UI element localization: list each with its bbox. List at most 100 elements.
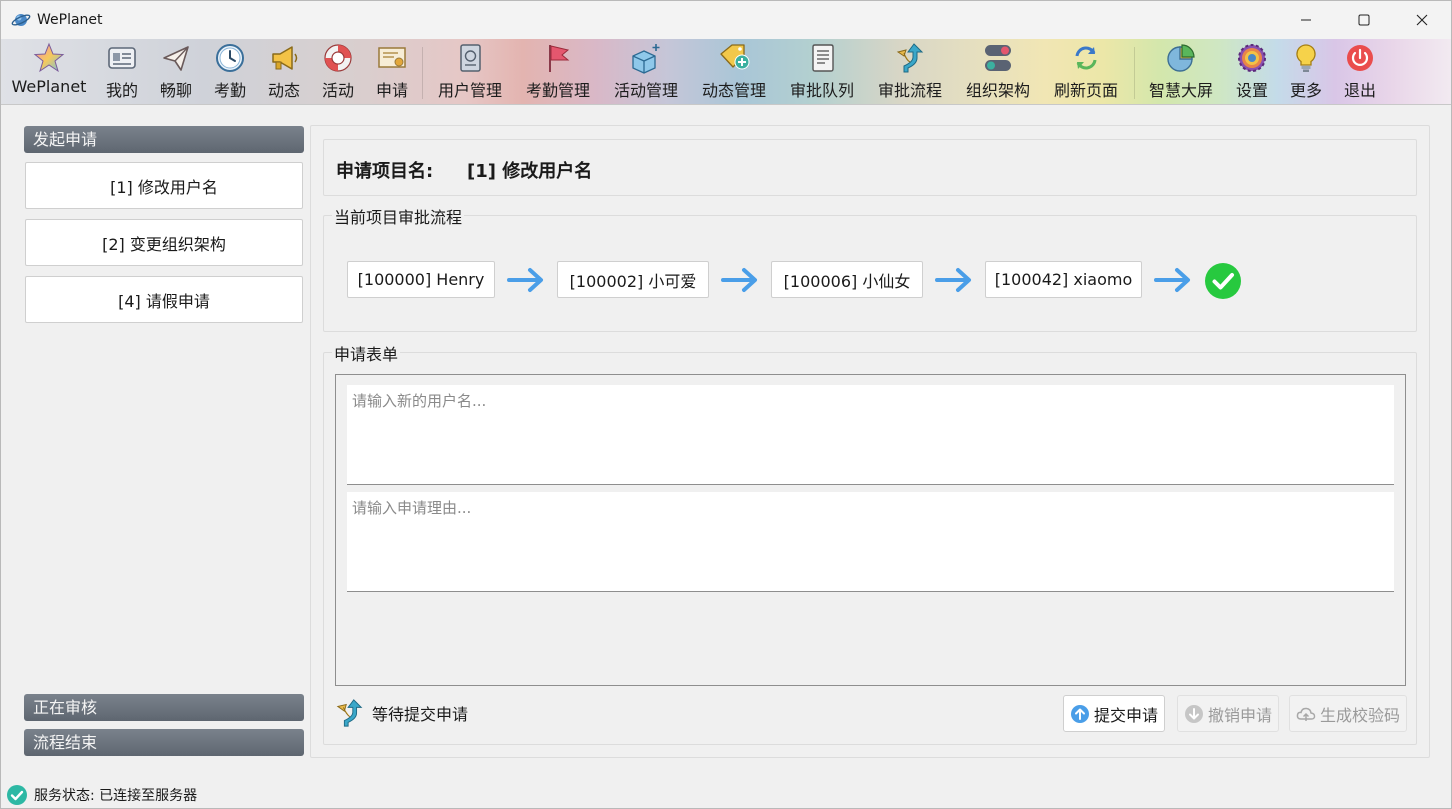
reason-input[interactable] xyxy=(347,492,1394,592)
minimize-button[interactable] xyxy=(1277,1,1335,39)
toolbar-label: 我的 xyxy=(105,81,138,100)
project-name: [1] 修改用户名 xyxy=(467,161,593,182)
refresh-icon xyxy=(1075,46,1097,70)
lifebuoy-icon xyxy=(324,44,352,72)
toolbar-label: 考勤管理 xyxy=(525,81,590,100)
start-application-header[interactable]: 发起申请 xyxy=(24,126,304,153)
flow-node: [100042] xiaomo xyxy=(985,261,1142,298)
id-card-icon xyxy=(108,47,136,69)
reviewing-header[interactable]: 正在审核 xyxy=(24,694,304,721)
toolbar-label: 更多 xyxy=(1289,81,1322,100)
toolbar-label: 活动管理 xyxy=(613,81,678,100)
window-title: WePlanet xyxy=(37,12,103,28)
pie-chart-icon xyxy=(1167,44,1195,72)
project-label: 申请项目名: xyxy=(336,161,434,182)
toolbar-activity-management[interactable]: 活动管理 xyxy=(610,41,682,103)
toolbar-mine[interactable]: 我的 xyxy=(101,41,143,103)
revoke-label: 撤销申请 xyxy=(1208,705,1273,725)
arrow-right-icon xyxy=(1154,268,1190,292)
new-username-input[interactable] xyxy=(347,385,1394,485)
status-text: 等待提交申请 xyxy=(372,705,469,724)
toolbar-separator xyxy=(1134,47,1135,99)
toolbar-separator xyxy=(422,47,423,99)
status-bar: 服务状态: 已连接至服务器 xyxy=(1,781,1451,808)
toolbar-user-management[interactable]: 用户管理 xyxy=(434,41,506,103)
download-arrow-icon xyxy=(1185,704,1203,723)
flow-node: [100000] Henry xyxy=(347,261,495,298)
arrow-right-icon xyxy=(935,268,971,292)
flag-icon xyxy=(549,45,570,72)
toolbar-apply[interactable]: 申请 xyxy=(371,41,413,103)
generate-code-label: 生成校验码 xyxy=(1320,705,1401,725)
tag-add-icon xyxy=(720,44,750,70)
toolbar-weplanet[interactable]: WePlanet xyxy=(11,41,87,103)
toolbar-organization[interactable]: 组织架构 xyxy=(962,41,1034,103)
toolbar-label: 考勤 xyxy=(213,81,246,100)
sidebar-item-change-organization[interactable]: [2] 变更组织架构 xyxy=(25,219,303,266)
toolbar-moments-management[interactable]: 动态管理 xyxy=(698,41,770,103)
close-button[interactable] xyxy=(1393,1,1451,39)
toolbar-smart-screen[interactable]: 智慧大屏 xyxy=(1145,41,1217,103)
certificate-icon xyxy=(378,47,406,68)
toolbar-label: 申请 xyxy=(375,81,408,100)
star-icon xyxy=(33,42,65,73)
toolbar-refresh[interactable]: 刷新页面 xyxy=(1050,41,1122,103)
toolbar-approval-queue[interactable]: 审批队列 xyxy=(786,41,858,103)
toolbar-label: 动态管理 xyxy=(701,81,766,100)
toolbar-chat[interactable]: 畅聊 xyxy=(155,41,197,103)
flow-node: [100006] 小仙女 xyxy=(771,261,923,298)
lightbulb-icon xyxy=(1296,44,1316,72)
upload-arrow-icon xyxy=(1071,704,1089,723)
toolbar-exit[interactable]: 退出 xyxy=(1339,41,1381,103)
sidebar-item-change-username[interactable]: [1] 修改用户名 xyxy=(25,162,303,209)
close-icon xyxy=(1416,14,1428,26)
toolbar-label: 动态 xyxy=(267,81,300,100)
minimize-icon xyxy=(1301,19,1311,21)
main-toolbar: WePlanet 我的 畅聊 考勤 动态 活动 申请 用户管理 考勤管理 活动管… xyxy=(1,39,1451,105)
toolbar-attendance-management[interactable]: 考勤管理 xyxy=(522,41,594,103)
planet-icon xyxy=(11,14,31,26)
generate-code-button[interactable]: 生成校验码 xyxy=(1289,695,1408,732)
maximize-button[interactable] xyxy=(1335,1,1393,39)
toolbar-label: 组织架构 xyxy=(965,81,1030,100)
approval-flow-title: 当前项目审批流程 xyxy=(332,204,465,228)
sidebar-item-leave-request[interactable]: [4] 请假申请 xyxy=(25,276,303,323)
cloud-upload-icon xyxy=(1296,707,1316,721)
toolbar-label: WePlanet xyxy=(11,77,87,96)
megaphone-icon xyxy=(272,46,298,70)
revoke-button[interactable]: 撤销申请 xyxy=(1177,695,1280,732)
title-bar: WePlanet xyxy=(1,1,1451,39)
arrow-right-icon xyxy=(507,268,543,292)
toolbar-label: 设置 xyxy=(1235,81,1268,100)
toolbar-more[interactable]: 更多 xyxy=(1285,41,1327,103)
server-status-text: 服务状态: 已连接至服务器 xyxy=(34,787,198,804)
check-circle-icon xyxy=(1205,263,1241,299)
toolbar-label: 退出 xyxy=(1343,81,1376,100)
scroll-icon xyxy=(812,44,834,72)
connected-check-icon xyxy=(7,784,27,805)
toolbar-approval-flow[interactable]: 审批流程 xyxy=(874,41,946,103)
flow-node: [100002] 小可爱 xyxy=(557,261,709,298)
gear-icon xyxy=(1238,44,1266,72)
submit-label: 提交申请 xyxy=(1094,705,1159,725)
arrow-right-icon xyxy=(721,268,757,292)
toolbar-label: 审批流程 xyxy=(877,81,942,100)
toolbar-label: 用户管理 xyxy=(437,81,502,100)
power-icon xyxy=(1347,45,1373,71)
toolbar-label: 刷新页面 xyxy=(1053,81,1118,100)
clock-icon xyxy=(216,44,244,72)
route-arrow-icon xyxy=(336,699,363,727)
passport-icon xyxy=(460,44,481,72)
paper-plane-icon xyxy=(163,46,189,71)
route-arrow-icon xyxy=(896,43,924,73)
toolbar-attendance[interactable]: 考勤 xyxy=(209,41,251,103)
toolbar-settings[interactable]: 设置 xyxy=(1231,41,1273,103)
toggle-icon xyxy=(985,45,1011,71)
submit-button[interactable]: 提交申请 xyxy=(1063,695,1166,732)
cube-add-icon xyxy=(632,44,660,74)
toolbar-activity[interactable]: 活动 xyxy=(317,41,359,103)
toolbar-moments[interactable]: 动态 xyxy=(263,41,305,103)
toolbar-label: 审批队列 xyxy=(789,81,854,100)
finished-header[interactable]: 流程结束 xyxy=(24,729,304,756)
toolbar-label: 智慧大屏 xyxy=(1148,81,1213,100)
